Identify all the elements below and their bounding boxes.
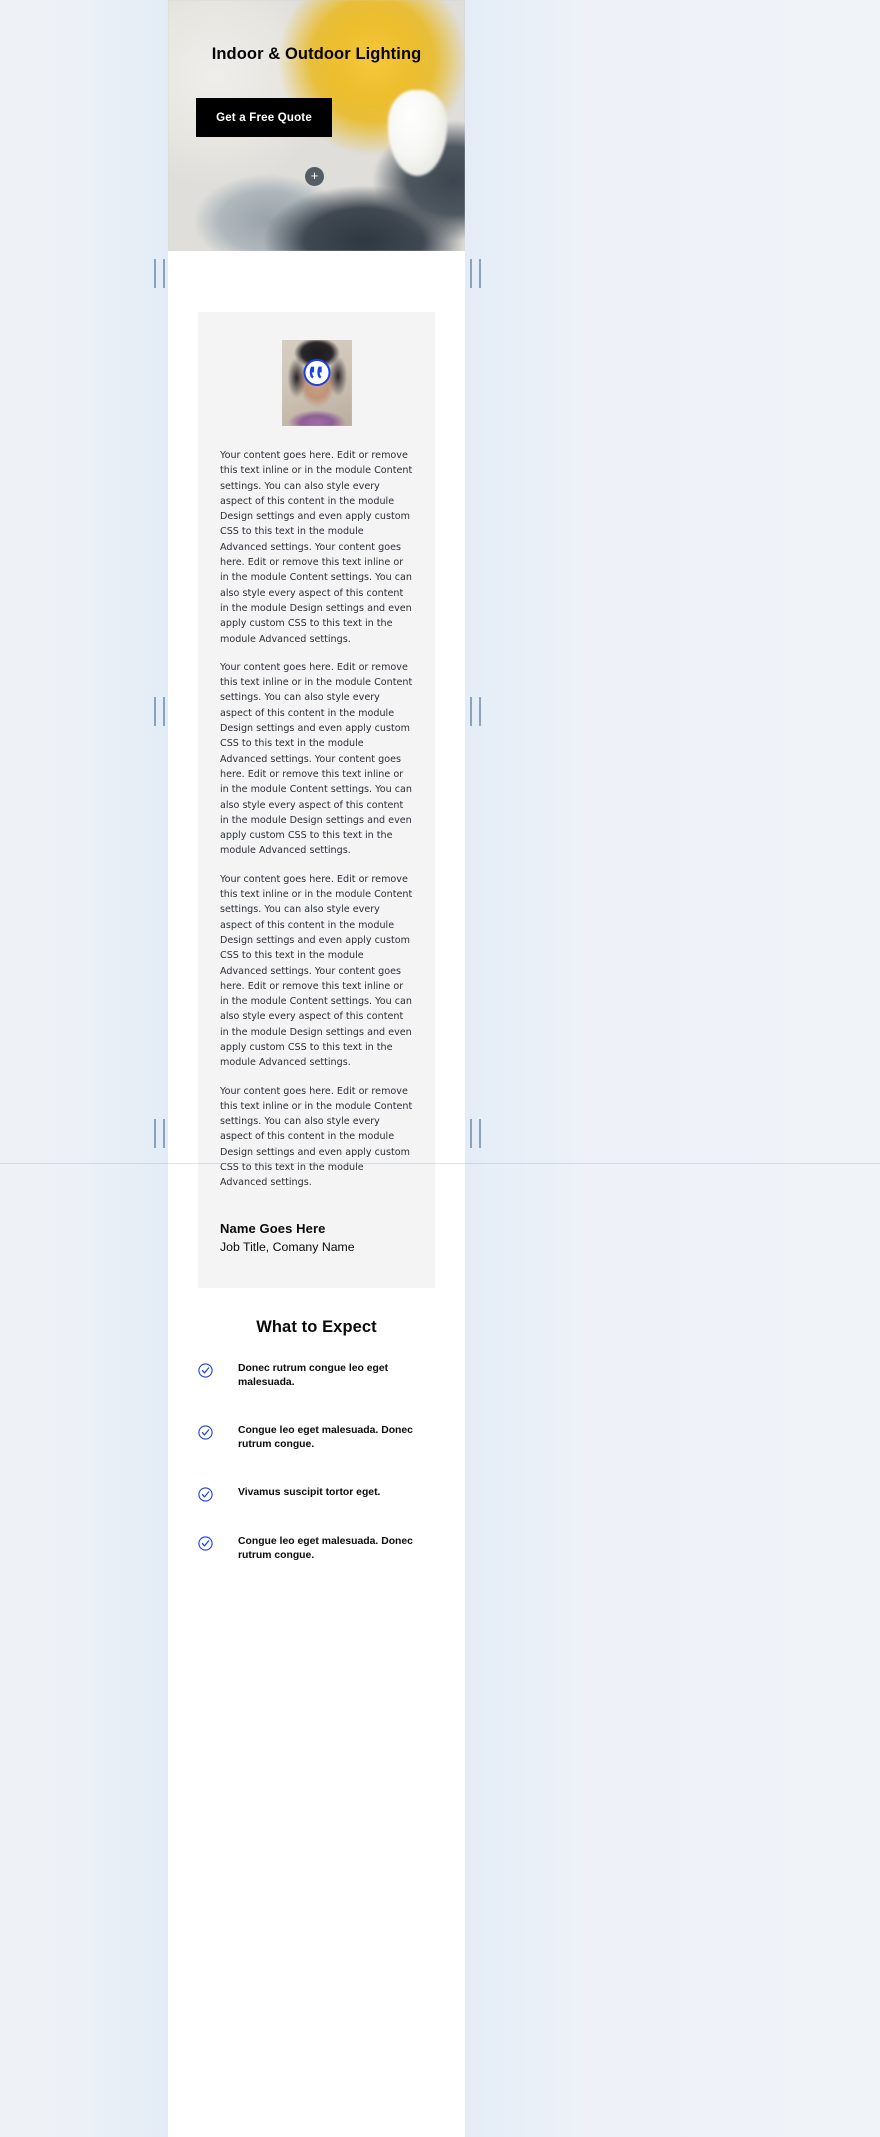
resize-handle-right[interactable] [470, 259, 481, 288]
section-title: What to Expect [256, 1317, 377, 1336]
resize-handle-left[interactable] [154, 259, 165, 288]
testimonial-body: Your content goes here. Edit or remove t… [220, 448, 413, 1191]
check-circle-icon [198, 1425, 213, 1440]
testimonial-author: Name Goes Here Job Title, Comany Name [220, 1221, 413, 1254]
quote-mark-icon [303, 359, 330, 386]
list-item-label: Congue leo eget malesuada. Donec rutrum … [238, 1535, 413, 1562]
get-a-free-quote-button[interactable]: Get a Free Quote [196, 98, 332, 137]
testimonial-paragraph: Your content goes here. Edit or remove t… [220, 1085, 413, 1189]
list-item-label: Vivamus suscipit tortor eget. [238, 1486, 381, 1498]
hero-section: Indoor & Outdoor Lighting Get a Free Quo… [168, 0, 465, 251]
check-circle-icon [198, 1363, 213, 1378]
testimonial-paragraph: Your content goes here. Edit or remove t… [220, 450, 413, 645]
background-band-left [0, 0, 168, 2137]
list-item: Congue leo eget malesuada. Donec rutrum … [198, 1535, 435, 1564]
list-item: Vivamus suscipit tortor eget. [198, 1486, 435, 1502]
add-module-button[interactable]: + [305, 167, 324, 186]
what-to-expect-section: What to Expect Donec rutrum congue leo e… [168, 1288, 465, 1564]
list-item-label: Donec rutrum congue leo eget malesuada. [238, 1362, 389, 1389]
list-item: Donec rutrum congue leo eget malesuada. [198, 1362, 435, 1391]
resize-handle-right[interactable] [470, 1119, 481, 1148]
check-circle-icon [198, 1536, 213, 1551]
testimonial-paragraph: Your content goes here. Edit or remove t… [220, 873, 413, 1069]
background-band-right [465, 0, 880, 2137]
testimonial-paragraph: Your content goes here. Edit or remove t… [220, 661, 413, 857]
content-viewport: Indoor & Outdoor Lighting Get a Free Quo… [168, 0, 465, 2137]
list-item-label: Congue leo eget malesuada. Donec rutrum … [238, 1424, 413, 1451]
list-item: Congue leo eget malesuada. Donec rutrum … [198, 1424, 435, 1453]
resize-handle-left[interactable] [154, 697, 165, 726]
testimonial-card: Your content goes here. Edit or remove t… [198, 312, 435, 1288]
hero-title: Indoor & Outdoor Lighting [211, 45, 422, 63]
resize-handle-right[interactable] [470, 697, 481, 726]
author-name: Name Goes Here [220, 1220, 326, 1236]
testimonial-section: Your content goes here. Edit or remove t… [168, 312, 465, 1288]
resize-handle-left[interactable] [154, 1119, 165, 1148]
author-role: Job Title, Comany Name [220, 1239, 355, 1254]
expect-list: Donec rutrum congue leo eget malesuada. … [198, 1362, 435, 1564]
check-circle-icon [198, 1487, 213, 1502]
